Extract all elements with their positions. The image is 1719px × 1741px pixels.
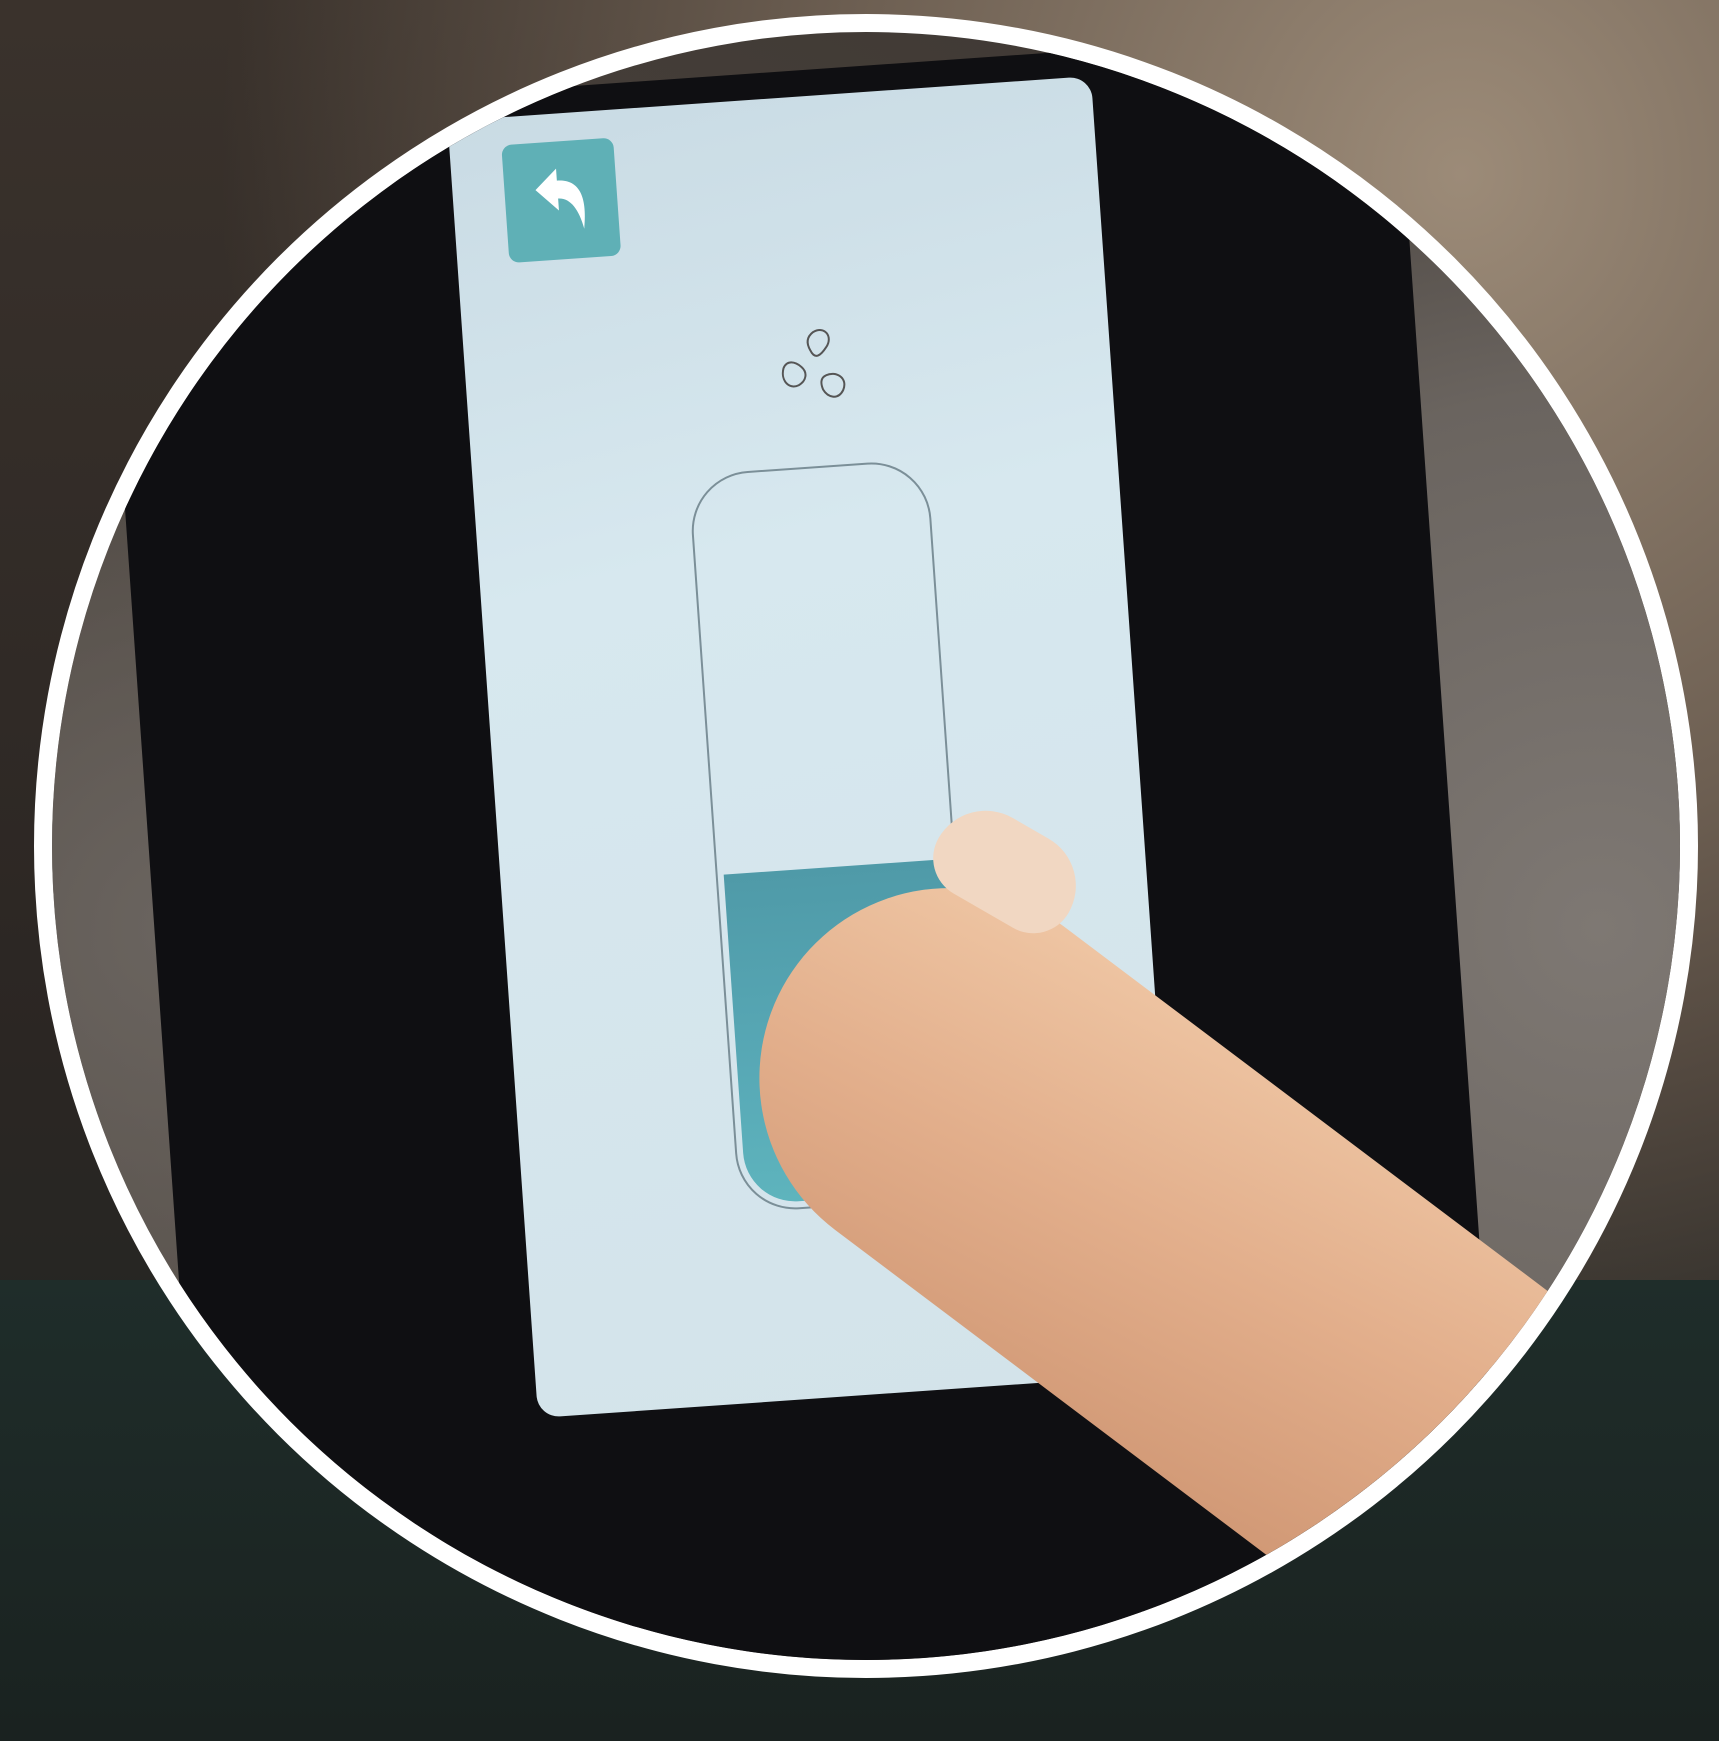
back-arrow-icon — [535, 168, 585, 229]
fan-icon — [781, 329, 846, 398]
back-button[interactable] — [501, 137, 622, 264]
photo-frame — [34, 14, 1698, 1678]
